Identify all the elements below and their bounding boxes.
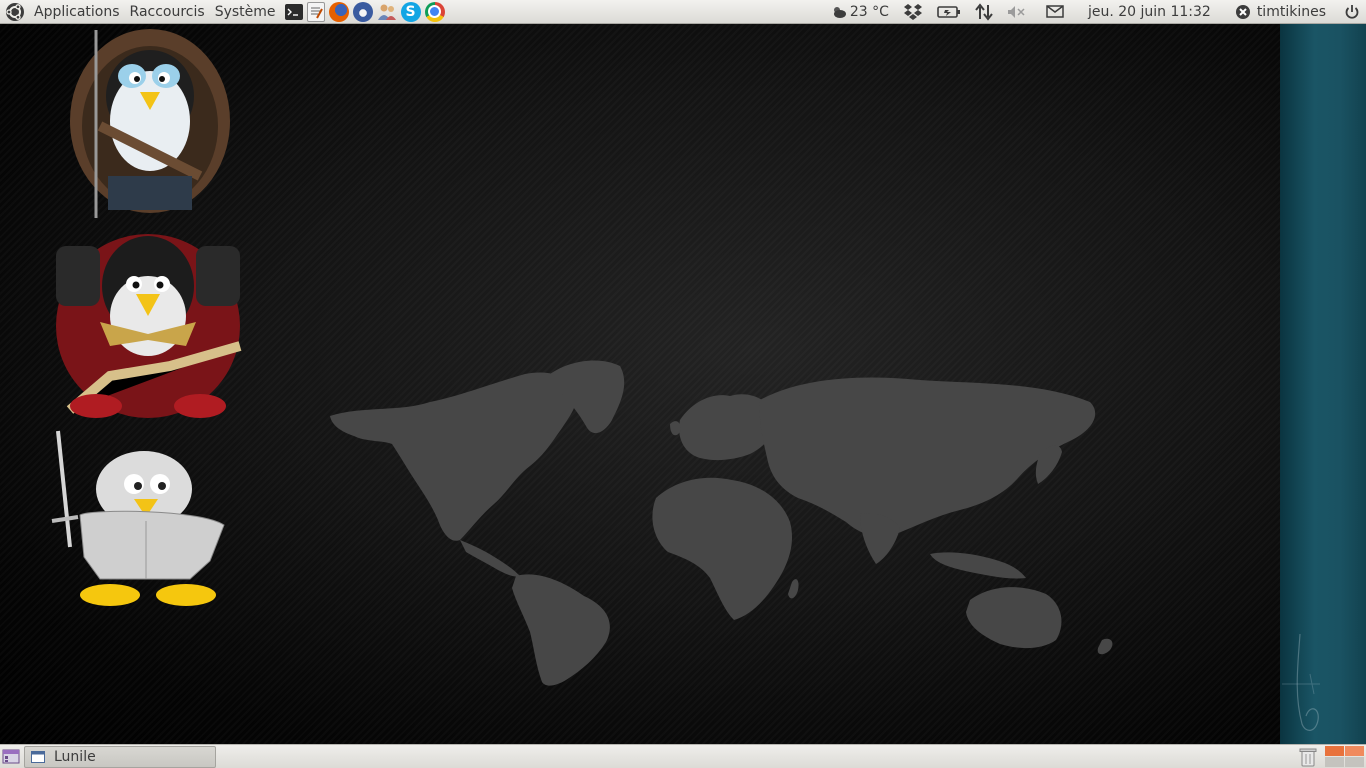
trash-icon[interactable] bbox=[1299, 747, 1317, 767]
map-north-america bbox=[330, 372, 578, 541]
penguin-ranger-icon bbox=[70, 29, 230, 218]
ubuntu-logo-icon[interactable] bbox=[5, 2, 25, 22]
map-south-america bbox=[512, 574, 610, 686]
weather-temperature: 23 °C bbox=[849, 3, 889, 20]
map-indonesia bbox=[930, 552, 1026, 579]
terminal-icon[interactable] bbox=[284, 3, 303, 20]
workspace-4[interactable] bbox=[1345, 757, 1364, 767]
workspace-1[interactable] bbox=[1325, 746, 1344, 756]
penguin-knight-icon bbox=[51, 430, 225, 606]
world-map bbox=[330, 360, 1113, 686]
weather-indicator[interactable]: 23 °C bbox=[824, 0, 896, 24]
user-menu[interactable]: timtikines bbox=[1223, 0, 1336, 24]
desktop-icon-penguin-knight[interactable] bbox=[50, 429, 235, 609]
network-icon[interactable] bbox=[968, 0, 1000, 24]
map-uk bbox=[670, 421, 681, 436]
menu-raccourcis[interactable]: Raccourcis bbox=[125, 0, 210, 24]
map-africa bbox=[652, 477, 793, 620]
bottom-panel: Lunile bbox=[0, 744, 1366, 768]
menu-applications[interactable]: Applications bbox=[29, 0, 125, 24]
wallpaper-side-strip bbox=[1280, 24, 1366, 744]
clock[interactable]: jeu. 20 juin 11:32 bbox=[1076, 0, 1223, 24]
taskbar-window-button[interactable]: Lunile bbox=[24, 745, 216, 768]
top-panel: Applications Raccourcis Système S 23 °C bbox=[0, 0, 1366, 24]
map-new-zealand bbox=[1097, 638, 1113, 655]
map-australia bbox=[966, 587, 1062, 649]
menu-systeme[interactable]: Système bbox=[210, 0, 281, 24]
dropbox-icon[interactable] bbox=[896, 0, 930, 24]
map-central-america bbox=[460, 540, 520, 577]
firefox-icon[interactable] bbox=[328, 1, 349, 22]
contacts-icon[interactable] bbox=[377, 2, 397, 22]
taskbar-window-label: Lunile bbox=[54, 748, 96, 765]
show-desktop-icon[interactable] bbox=[2, 748, 20, 766]
user-status-icon bbox=[1235, 4, 1250, 19]
workspace-2[interactable] bbox=[1345, 746, 1364, 756]
skype-icon[interactable]: S bbox=[400, 1, 421, 22]
username: timtikines bbox=[1256, 3, 1326, 20]
map-madagascar bbox=[788, 579, 799, 599]
workspace-switcher[interactable] bbox=[1325, 746, 1364, 767]
text-editor-icon[interactable] bbox=[306, 1, 325, 22]
desktop-icon-penguin-ranger[interactable] bbox=[60, 26, 245, 221]
window-icon bbox=[31, 750, 45, 763]
power-icon[interactable] bbox=[1336, 0, 1366, 24]
desktop-icon-penguin-space-marine[interactable] bbox=[50, 226, 246, 421]
mail-icon[interactable] bbox=[1034, 0, 1076, 24]
thunderbird-icon[interactable] bbox=[352, 1, 373, 22]
volume-muted-icon[interactable] bbox=[1000, 0, 1034, 24]
chrome-icon[interactable] bbox=[424, 1, 445, 22]
battery-icon[interactable] bbox=[930, 0, 968, 24]
workspace-3[interactable] bbox=[1325, 757, 1344, 767]
weather-cloud-icon bbox=[833, 6, 846, 18]
penguin-space-marine-icon bbox=[56, 234, 242, 418]
signature-mark bbox=[1282, 633, 1320, 731]
system-tray: 23 °C jeu. 20 juin 11:32 timtikines bbox=[824, 0, 1366, 24]
desktop[interactable] bbox=[0, 24, 1366, 744]
